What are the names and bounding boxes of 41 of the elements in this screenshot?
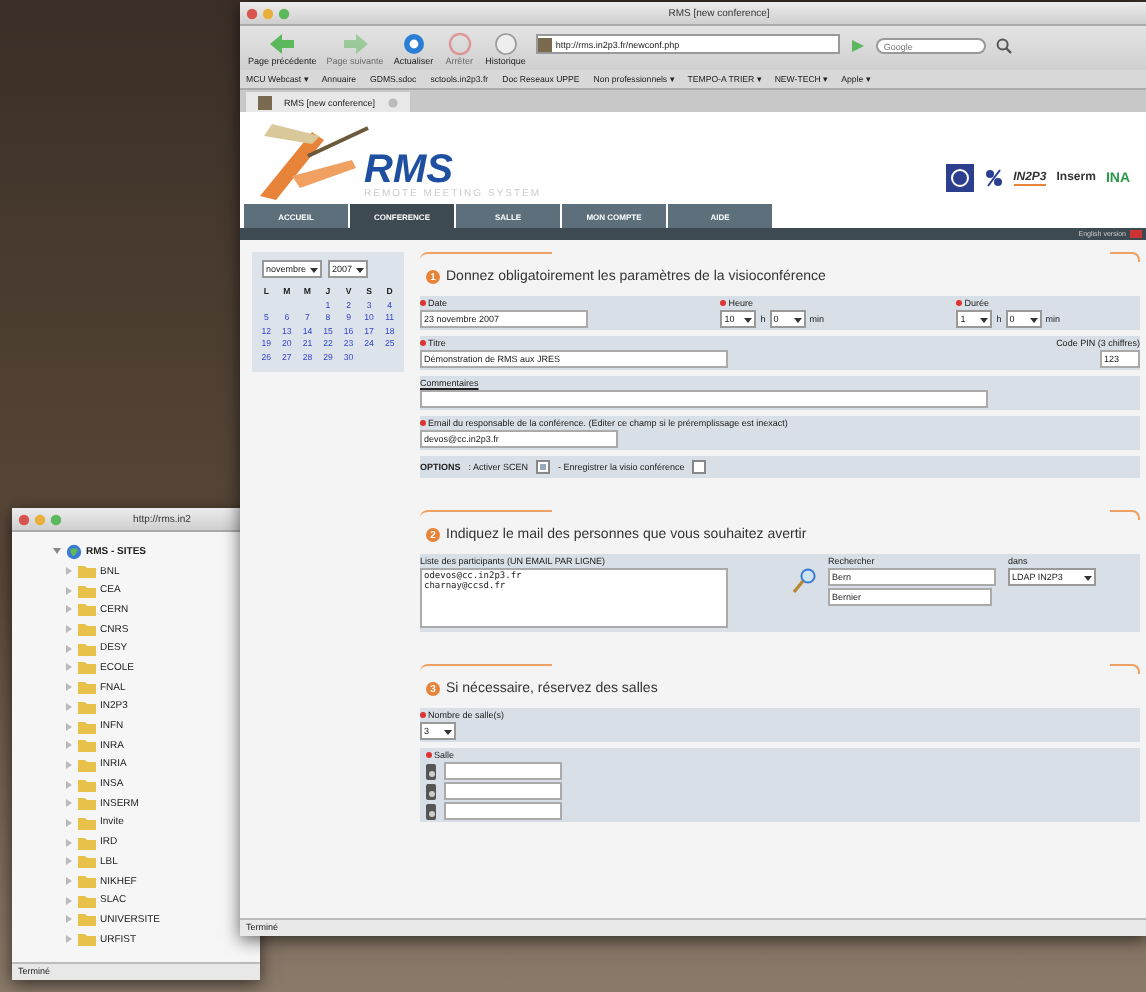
dropdown-icon (793, 315, 802, 323)
input-field[interactable] (444, 762, 562, 780)
site-icon (537, 37, 552, 51)
required-icon (720, 300, 727, 306)
window-controls-icon (18, 513, 62, 525)
percent-icon (983, 168, 1004, 188)
dropdown-icon (980, 315, 989, 323)
dropdown-icon (1084, 573, 1092, 581)
logo-text: RMS (364, 152, 453, 188)
collapse-icon[interactable] (52, 546, 62, 557)
required-icon (420, 340, 426, 346)
arrow-icon (266, 32, 299, 56)
globe-icon (66, 543, 82, 560)
dropdown-icon (1029, 315, 1038, 323)
required-icon (956, 300, 963, 306)
speaker-icon (426, 803, 440, 819)
dropdown-icon (444, 727, 452, 735)
required-icon (420, 420, 426, 426)
arrow-icon (339, 32, 372, 56)
input-field[interactable] (444, 802, 562, 820)
search-icon (792, 568, 816, 596)
checkbox[interactable] (536, 460, 551, 474)
input-field[interactable] (444, 782, 562, 800)
speaker-icon (426, 783, 440, 799)
required-icon (426, 752, 432, 758)
required-icon (420, 712, 426, 718)
input-field[interactable] (420, 390, 988, 408)
checkbox[interactable] (692, 460, 707, 474)
site-icon (258, 95, 272, 109)
flag-icon (1130, 230, 1142, 238)
search-icon (995, 38, 1012, 54)
dropdown-icon (744, 315, 753, 323)
dropdown-icon (356, 265, 365, 273)
emblem-icon (945, 164, 974, 192)
speaker-icon (426, 763, 440, 779)
close-icon (387, 97, 398, 107)
go-icon (849, 38, 866, 54)
stop-icon (443, 32, 476, 56)
dropdown-icon (310, 265, 319, 273)
required-icon (420, 300, 426, 306)
window-controls-icon (246, 7, 290, 19)
